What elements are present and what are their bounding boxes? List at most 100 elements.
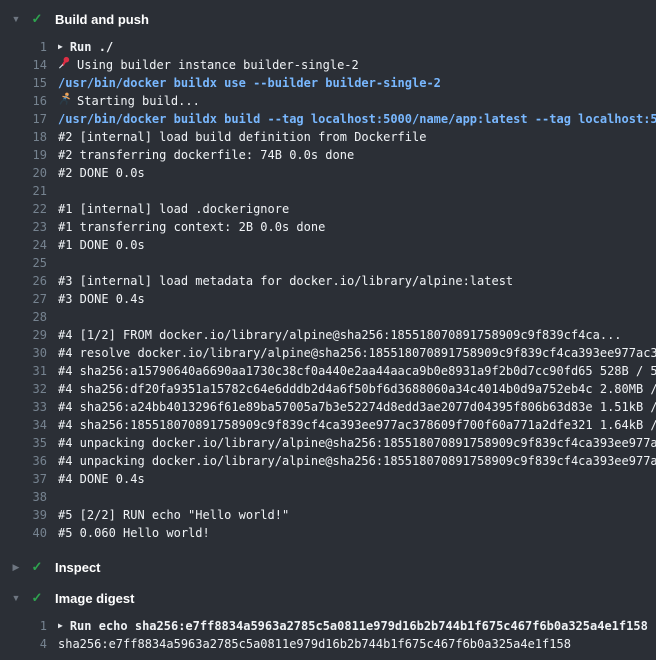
line-number[interactable]: 26 bbox=[0, 272, 47, 290]
log-line-content: #2 DONE 0.0s bbox=[58, 164, 656, 182]
line-number[interactable]: 4 bbox=[0, 635, 47, 653]
log-line-text: sha256:e7ff8834a5963a2785c5a0811e979d16b… bbox=[58, 635, 571, 653]
log-line: 26 #3 [internal] load metadata for docke… bbox=[0, 272, 656, 290]
log-line-text: #4 sha256:a15790640a6690aa1730c38cf0a440… bbox=[58, 362, 656, 380]
log-line: 30 #4 resolve docker.io/library/alpine@s… bbox=[0, 344, 656, 362]
log-line-content: #3 [internal] load metadata for docker.i… bbox=[58, 272, 656, 290]
chevron-icon[interactable]: ▶ bbox=[8, 554, 24, 580]
log-line-content: ▶ Run echo sha256:e7ff8834a5963a2785c5a0… bbox=[58, 617, 656, 635]
log-line-content bbox=[58, 254, 656, 272]
line-number[interactable]: 28 bbox=[0, 308, 47, 326]
line-number[interactable]: 40 bbox=[0, 524, 47, 542]
section-lines: 1 ▶ Run echo sha256:e7ff8834a5963a2785c5… bbox=[0, 611, 656, 660]
line-number[interactable]: 14 bbox=[0, 56, 47, 74]
line-number[interactable]: 25 bbox=[0, 254, 47, 272]
log-line-text: #1 transferring context: 2B 0.0s done bbox=[58, 218, 325, 236]
log-line-content: Starting build... bbox=[58, 92, 656, 110]
line-number[interactable]: 30 bbox=[0, 344, 47, 362]
log-line: 1 ▶ Run echo sha256:e7ff8834a5963a2785c5… bbox=[0, 617, 656, 635]
log-line-content: #5 [2/2] RUN echo "Hello world!" bbox=[58, 506, 656, 524]
line-number[interactable]: 32 bbox=[0, 380, 47, 398]
line-number[interactable]: 35 bbox=[0, 434, 47, 452]
log-line-content: #4 sha256:df20fa9351a15782c64e6dddb2d4a6… bbox=[58, 380, 656, 398]
section-header[interactable]: ▼ ✓ Image digest bbox=[0, 585, 656, 611]
line-number[interactable]: 38 bbox=[0, 488, 47, 506]
line-number[interactable]: 18 bbox=[0, 128, 47, 146]
log-line-content: #4 sha256:a15790640a6690aa1730c38cf0a440… bbox=[58, 362, 656, 380]
log-line-content: #4 sha256:a24bb4013296f61e89ba57005a7b3e… bbox=[58, 398, 656, 416]
line-number[interactable]: 27 bbox=[0, 290, 47, 308]
log-line-content: #4 unpacking docker.io/library/alpine@sh… bbox=[58, 434, 656, 452]
log-line-content: #1 [internal] load .dockerignore bbox=[58, 200, 656, 218]
log-line: 4 sha256:e7ff8834a5963a2785c5a0811e979d1… bbox=[0, 635, 656, 653]
log-line: 31 #4 sha256:a15790640a6690aa1730c38cf0a… bbox=[0, 362, 656, 380]
log-line: 32 #4 sha256:df20fa9351a15782c64e6dddb2d… bbox=[0, 380, 656, 398]
line-number[interactable]: 24 bbox=[0, 236, 47, 254]
log-section: ▼ ✓ Image digest 1 ▶ Run echo sha256:e7f… bbox=[0, 585, 656, 660]
log-line-text: /usr/bin/docker buildx build --tag local… bbox=[58, 110, 656, 128]
log-line-text: #4 sha256:185518070891758909c9f839cf4ca3… bbox=[58, 416, 656, 434]
log-line: 22 #1 [internal] load .dockerignore bbox=[0, 200, 656, 218]
log-line-text: #4 sha256:a24bb4013296f61e89ba57005a7b3e… bbox=[58, 398, 656, 416]
log-line-content: #3 DONE 0.4s bbox=[58, 290, 656, 308]
log-line-text: Run echo sha256:e7ff8834a5963a2785c5a081… bbox=[70, 617, 648, 635]
expand-arrow-icon[interactable]: ▶ bbox=[58, 617, 63, 635]
log-line: 27 #3 DONE 0.4s bbox=[0, 290, 656, 308]
line-number[interactable]: 15 bbox=[0, 74, 47, 92]
log-line-text: Starting build... bbox=[77, 92, 200, 110]
line-number[interactable]: 23 bbox=[0, 218, 47, 236]
line-number[interactable]: 17 bbox=[0, 110, 47, 128]
section-header[interactable]: ▶ ✓ Inspect bbox=[0, 554, 656, 580]
log-line-text: #5 0.060 Hello world! bbox=[58, 524, 210, 542]
log-line-text: #1 [internal] load .dockerignore bbox=[58, 200, 289, 218]
log-line-text: #4 DONE 0.4s bbox=[58, 470, 145, 488]
line-number[interactable]: 1 bbox=[0, 617, 47, 635]
log-line-content: /usr/bin/docker buildx build --tag local… bbox=[58, 110, 656, 128]
log-line-text: /usr/bin/docker buildx use --builder bui… bbox=[58, 74, 441, 92]
log-line-text: #2 transferring dockerfile: 74B 0.0s don… bbox=[58, 146, 354, 164]
log-line: 40 #5 0.060 Hello world! bbox=[0, 524, 656, 542]
log-section: ▶ ✓ Inspect bbox=[0, 554, 656, 580]
log-line-content: #2 transferring dockerfile: 74B 0.0s don… bbox=[58, 146, 656, 164]
section-header[interactable]: ▼ ✓ Build and push bbox=[0, 6, 656, 32]
log-line-content: #5 0.060 Hello world! bbox=[58, 524, 656, 542]
section-title: Inspect bbox=[55, 560, 101, 575]
section-title: Image digest bbox=[55, 591, 134, 606]
log-line-text: #4 resolve docker.io/library/alpine@sha2… bbox=[58, 344, 656, 362]
log-line-text: Using builder instance builder-single-2 bbox=[77, 56, 359, 74]
chevron-icon[interactable]: ▼ bbox=[8, 6, 24, 32]
log-line-content: #1 DONE 0.0s bbox=[58, 236, 656, 254]
log-line-text: #4 [1/2] FROM docker.io/library/alpine@s… bbox=[58, 326, 622, 344]
line-number[interactable]: 22 bbox=[0, 200, 47, 218]
log-line-content: #1 transferring context: 2B 0.0s done bbox=[58, 218, 656, 236]
expand-arrow-icon[interactable]: ▶ bbox=[58, 38, 63, 56]
log-line: 24 #1 DONE 0.0s bbox=[0, 236, 656, 254]
line-number[interactable]: 36 bbox=[0, 452, 47, 470]
log-line-content: #4 [1/2] FROM docker.io/library/alpine@s… bbox=[58, 326, 656, 344]
line-number[interactable]: 1 bbox=[0, 38, 47, 56]
line-number[interactable]: 34 bbox=[0, 416, 47, 434]
line-number[interactable]: 21 bbox=[0, 182, 47, 200]
line-number[interactable]: 19 bbox=[0, 146, 47, 164]
line-number[interactable]: 39 bbox=[0, 506, 47, 524]
log-line-text: #2 [internal] load build definition from… bbox=[58, 128, 426, 146]
log-section: ▼ ✓ Build and push 1 ▶ Run ./ 14 Using b… bbox=[0, 6, 656, 549]
log-line: 18 #2 [internal] load build definition f… bbox=[0, 128, 656, 146]
log-line: 36 #4 unpacking docker.io/library/alpine… bbox=[0, 452, 656, 470]
line-number[interactable]: 33 bbox=[0, 398, 47, 416]
pushpin-icon bbox=[58, 56, 71, 74]
log-line: 19 #2 transferring dockerfile: 74B 0.0s … bbox=[0, 146, 656, 164]
log-line-text: #4 sha256:df20fa9351a15782c64e6dddb2d4a6… bbox=[58, 380, 656, 398]
section-lines: 1 ▶ Run ./ 14 Using builder instance bui… bbox=[0, 32, 656, 549]
line-number[interactable]: 31 bbox=[0, 362, 47, 380]
log-line-text: #2 DONE 0.0s bbox=[58, 164, 145, 182]
line-number[interactable]: 37 bbox=[0, 470, 47, 488]
workflow-log-viewer: ▼ ✓ Build and push 1 ▶ Run ./ 14 Using b… bbox=[0, 0, 656, 660]
chevron-icon[interactable]: ▼ bbox=[8, 585, 24, 611]
log-line-text: #1 DONE 0.0s bbox=[58, 236, 145, 254]
log-line-content bbox=[58, 182, 656, 200]
line-number[interactable]: 20 bbox=[0, 164, 47, 182]
line-number[interactable]: 29 bbox=[0, 326, 47, 344]
line-number[interactable]: 16 bbox=[0, 92, 47, 110]
check-success-icon: ✓ bbox=[29, 6, 45, 32]
